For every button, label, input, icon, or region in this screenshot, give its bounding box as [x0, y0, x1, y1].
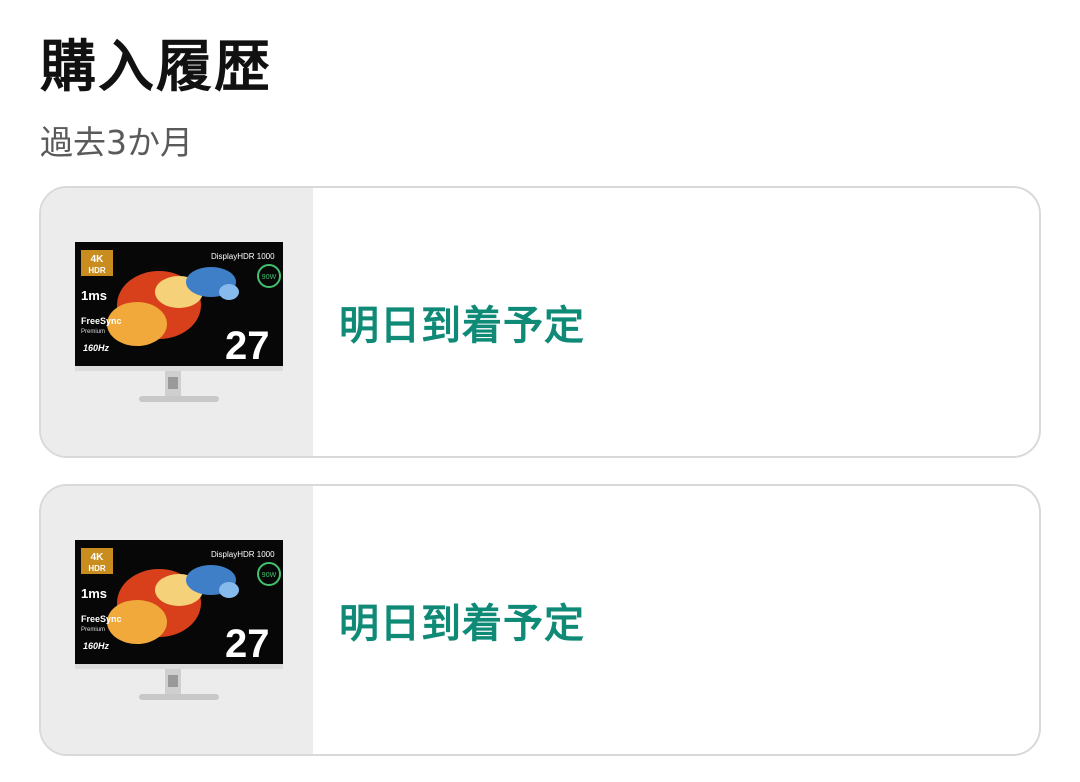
refresh-rate-label: 160Hz: [83, 343, 110, 353]
usb-power-label: 90W: [262, 274, 277, 281]
display-hdr-label: DisplayHDR 1000: [211, 550, 275, 559]
page-title: 購入履歴: [40, 35, 272, 100]
freesync-tier-label: Premium: [81, 329, 105, 335]
badge-hdr: HDR: [88, 266, 106, 275]
badge-4k: 4K: [91, 552, 105, 563]
response-time-label: 1ms: [81, 586, 107, 601]
badge-4k: 4K: [91, 254, 105, 265]
freesync-label: FreeSync: [81, 614, 122, 624]
screen-size-label: 27: [225, 622, 270, 666]
purchase-history-page: 購入履歴 過去3か月 4K HDR DisplayHDR 1000 90W 1m…: [0, 0, 1080, 779]
delivery-status: 明日到着予定: [339, 303, 585, 349]
order-list: 4K HDR DisplayHDR 1000 90W 1ms FreeSync …: [39, 186, 1041, 782]
screen-size-label: 27: [225, 324, 270, 368]
monitor-product-image: 4K HDR DisplayHDR 1000 90W 1ms FreeSync …: [75, 242, 283, 402]
freesync-label: FreeSync: [81, 316, 122, 326]
monitor-product-image: 4K HDR DisplayHDR 1000 90W 1ms FreeSync …: [75, 540, 283, 700]
usb-power-label: 90W: [262, 572, 277, 579]
badge-hdr: HDR: [88, 564, 106, 573]
response-time-label: 1ms: [81, 288, 107, 303]
freesync-tier-label: Premium: [81, 627, 105, 633]
product-thumbnail[interactable]: 4K HDR DisplayHDR 1000 90W 1ms FreeSync …: [41, 486, 313, 754]
display-hdr-label: DisplayHDR 1000: [211, 252, 275, 261]
order-card[interactable]: 4K HDR DisplayHDR 1000 90W 1ms FreeSync …: [39, 186, 1041, 458]
refresh-rate-label: 160Hz: [83, 641, 110, 651]
order-card[interactable]: 4K HDR DisplayHDR 1000 90W 1ms FreeSync …: [39, 484, 1041, 756]
product-thumbnail[interactable]: 4K HDR DisplayHDR 1000 90W 1ms FreeSync …: [41, 188, 313, 456]
delivery-status: 明日到着予定: [339, 601, 585, 647]
period-filter-label: 過去3か月: [40, 123, 193, 162]
